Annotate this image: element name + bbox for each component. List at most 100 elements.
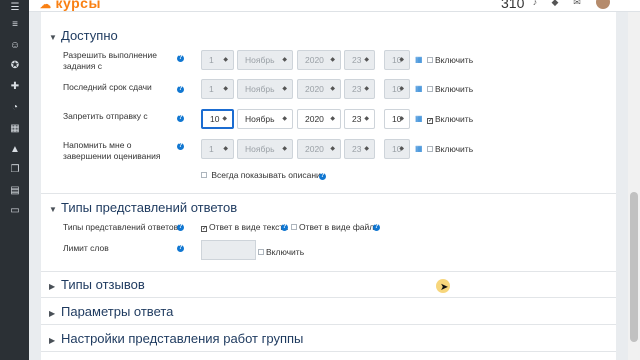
- section-title: Доступно: [61, 28, 118, 43]
- month-select[interactable]: Ноябрь ◆: [237, 139, 293, 159]
- allow-submissions-from-label: Разрешить выполнение задания с: [63, 50, 157, 71]
- left-nav-drawer: ☰ ≡ ☺ ✪ ✚ ◔ ▦ ▲ ❐ ▤ ▭: [0, 0, 29, 360]
- graduation-icon[interactable]: ▲: [9, 144, 21, 156]
- enable-checkbox[interactable]: ✓ Включить: [427, 114, 473, 125]
- submission-types-label: Типы представлений ответов: [63, 222, 179, 232]
- competency-icon[interactable]: ✚: [9, 81, 21, 93]
- section-response-header[interactable]: ▶ Параметры ответа: [49, 304, 173, 319]
- enable-label: Включить: [435, 144, 474, 154]
- people-icon[interactable]: ☺: [9, 40, 21, 52]
- enable-label: Включить: [266, 247, 305, 257]
- bell-icon[interactable]: ♪: [529, 0, 541, 9]
- day-select[interactable]: 10 ◆: [201, 109, 234, 129]
- enable-checkbox[interactable]: Включить: [427, 55, 473, 66]
- checkbox-box: [427, 86, 433, 92]
- section-divider: [41, 351, 616, 352]
- file-submission-label: Ответ в виде файла: [299, 222, 379, 232]
- menu-icon[interactable]: ☰: [9, 2, 21, 14]
- word-limit-label: Лимит слов: [63, 243, 109, 253]
- online-text-checkbox[interactable]: ✓ Ответ в виде текста: [201, 222, 288, 233]
- hour-select[interactable]: 23 ◆: [344, 109, 375, 129]
- logo-mark-icon: ☁: [40, 0, 52, 11]
- always-show-description-label: Всегда показывать описание: [211, 170, 326, 180]
- section-divider: [41, 271, 616, 272]
- minute-select[interactable]: 10 ◆: [384, 50, 410, 70]
- hour-select[interactable]: 23 ◆: [344, 50, 375, 70]
- year-select[interactable]: 2020 ◆: [297, 109, 341, 129]
- chat-icon[interactable]: ◆: [549, 0, 561, 9]
- help-icon[interactable]: ?: [177, 55, 184, 62]
- checkmark-icon: ✓: [201, 226, 208, 232]
- enable-checkbox[interactable]: Включить: [427, 84, 473, 95]
- calendar-icon[interactable]: ▦: [9, 123, 21, 135]
- day-select[interactable]: 1 ◆: [201, 79, 234, 99]
- file-submission-checkbox[interactable]: Ответ в виде файла: [291, 222, 379, 233]
- section-divider: [41, 297, 616, 298]
- section-feedback-header[interactable]: ▶ Типы отзывов: [49, 277, 145, 292]
- section-divider: [41, 324, 616, 325]
- enable-label: Включить: [435, 114, 474, 124]
- day-select[interactable]: 1 ◆: [201, 50, 234, 70]
- notification-icon[interactable]: ✉: [571, 0, 583, 9]
- logo-text: курсы: [55, 0, 101, 11]
- chevron-right-icon: ▶: [49, 309, 56, 318]
- clipboard-icon[interactable]: ▤: [9, 185, 21, 197]
- minute-select[interactable]: 10 ◆: [384, 109, 410, 129]
- help-icon[interactable]: ?: [281, 224, 288, 231]
- folder-icon[interactable]: ▭: [9, 205, 21, 217]
- calendar-icon[interactable]: ▦: [415, 79, 423, 99]
- section-available-header[interactable]: ▼ Доступно: [49, 28, 118, 43]
- calendar-icon[interactable]: ▦: [415, 139, 423, 159]
- section-title: Типы представлений ответов: [61, 200, 238, 215]
- help-icon[interactable]: ?: [373, 224, 380, 231]
- chevron-down-icon: ▼: [49, 33, 57, 42]
- calendar-icon[interactable]: ▦: [415, 50, 423, 70]
- hour-select[interactable]: 23 ◆: [344, 139, 375, 159]
- checkbox-box: [427, 57, 433, 63]
- files-icon[interactable]: ❐: [9, 164, 21, 176]
- due-date-label: Последний срок сдачи: [63, 82, 152, 92]
- site-logo[interactable]: ☁ курсы: [40, 0, 101, 11]
- calendar-icon[interactable]: ▦: [415, 109, 423, 129]
- hour-select[interactable]: 23 ◆: [344, 79, 375, 99]
- help-icon[interactable]: ?: [177, 245, 184, 252]
- help-icon[interactable]: ?: [177, 143, 184, 150]
- avatar[interactable]: [596, 0, 610, 9]
- help-icon[interactable]: ?: [177, 115, 184, 122]
- section-group-header[interactable]: ▶ Настройки представления работ группы: [49, 331, 303, 346]
- month-select[interactable]: Ноябрь ◆: [237, 109, 293, 129]
- day-select[interactable]: 1 ◆: [201, 139, 234, 159]
- word-limit-input[interactable]: [201, 240, 256, 260]
- year-select[interactable]: 2020 ◆: [297, 139, 341, 159]
- word-limit-enable-checkbox[interactable]: Включить: [258, 247, 304, 258]
- mouse-cursor-highlight: ➤: [436, 279, 450, 293]
- year-select[interactable]: 2020 ◆: [297, 79, 341, 99]
- minute-select[interactable]: 10 ◆: [384, 79, 410, 99]
- checkbox-box: [291, 224, 297, 230]
- list-icon[interactable]: ≡: [9, 19, 21, 31]
- checkbox-box: [258, 249, 264, 255]
- badge-icon[interactable]: ✪: [9, 60, 21, 72]
- enable-checkbox[interactable]: Включить: [427, 144, 473, 155]
- pointer-icon: ➤: [440, 282, 449, 293]
- section-divider: [41, 193, 616, 194]
- assignment-settings-form: ▼ Доступно Разрешить выполнение задания с…: [41, 12, 616, 360]
- scrollbar-thumb[interactable]: [630, 192, 638, 342]
- help-icon[interactable]: ?: [319, 173, 326, 180]
- help-icon[interactable]: ?: [177, 86, 184, 93]
- section-submission-types-header[interactable]: ▼ Типы представлений ответов: [49, 200, 237, 215]
- grading-reminder-label: Напомнить мне о завершении оценивания: [63, 140, 161, 161]
- year-select[interactable]: 2020 ◆: [297, 50, 341, 70]
- month-select[interactable]: Ноябрь ◆: [237, 79, 293, 99]
- always-show-description-checkbox[interactable]: Всегда показывать описание: [201, 170, 326, 181]
- enable-label: Включить: [435, 84, 474, 94]
- help-icon[interactable]: ?: [177, 224, 184, 231]
- minute-select[interactable]: 10 ◆: [384, 139, 410, 159]
- section-title: Типы отзывов: [61, 277, 145, 292]
- online-text-label: Ответ в виде текста: [209, 222, 288, 232]
- dashboard-icon[interactable]: ◔: [9, 102, 21, 114]
- cut-off-date-label: Запретить отправку с: [63, 111, 148, 121]
- page-scrollbar[interactable]: [628, 12, 640, 360]
- month-select[interactable]: Ноябрь ◆: [237, 50, 293, 70]
- checkbox-box: [427, 146, 433, 152]
